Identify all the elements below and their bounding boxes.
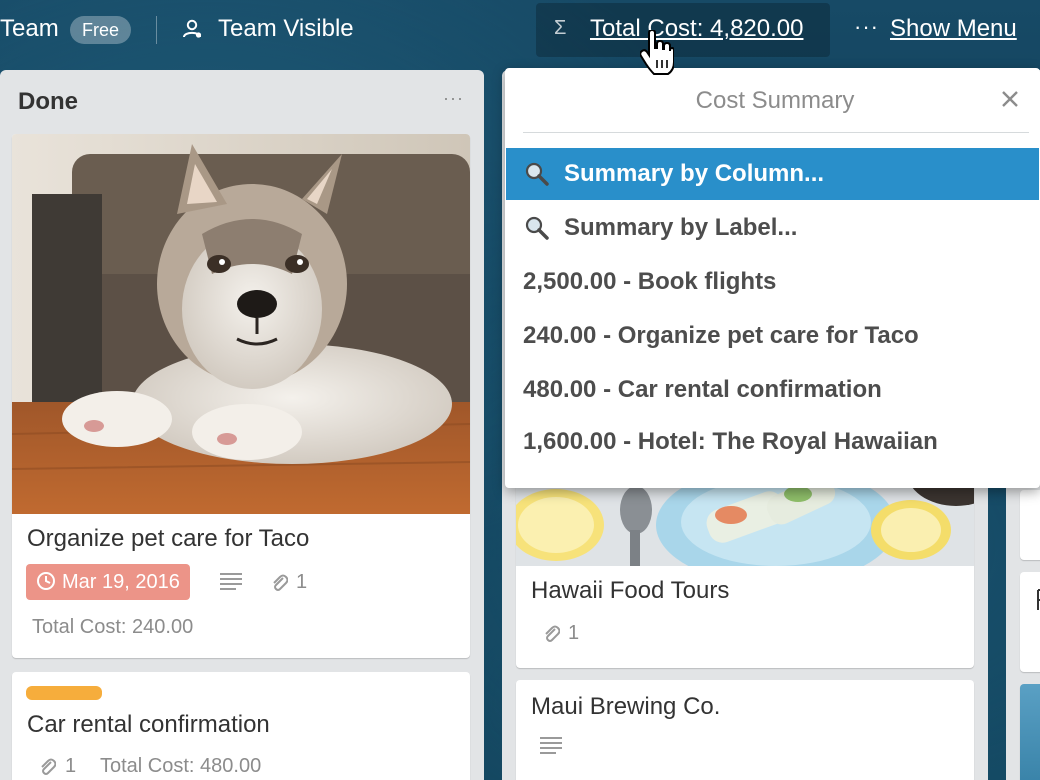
partial-card-text-fragment (1037, 589, 1040, 610)
card-badges: Mar 19, 2016 1 (26, 564, 446, 600)
sigma-icon: Σ (554, 17, 567, 39)
summary-by-label-item[interactable]: Summary by Label... (506, 202, 1039, 254)
menu-item-label: 480.00 - Car rental confirmation (523, 376, 882, 403)
card-total-cost: Total Cost: 480.00 (100, 755, 262, 777)
summary-by-column-item[interactable]: Summary by Column... (506, 148, 1039, 200)
card-maui-brewing[interactable]: Maui Brewing Co. (516, 680, 974, 780)
card-car-rental[interactable]: Car rental confirmation 1 Total Cost: 48… (12, 672, 470, 780)
description-icon (540, 737, 562, 754)
list-done: Done ··· Organize pet care for Taco Mar … (0, 70, 484, 780)
list-menu-icon[interactable]: ··· (443, 88, 464, 108)
plan-badge: Free (70, 16, 132, 44)
attachment-icon (273, 574, 288, 591)
total-cost-button[interactable]: Σ Total Cost: 4,820.00 (536, 3, 830, 57)
attachment-icon (545, 625, 560, 642)
close-icon[interactable] (999, 88, 1021, 110)
card-organize-pet-care[interactable]: Organize pet care for Taco Mar 19, 2016 … (12, 134, 470, 658)
partial-card-cover[interactable] (1020, 684, 1040, 780)
list-title[interactable]: Done (18, 88, 78, 116)
popover-divider (523, 132, 1029, 133)
cost-item-organize-pet-care[interactable]: 240.00 - Organize pet care for Taco (506, 310, 1039, 362)
menu-item-label: 1,600.00 - Hotel: The Royal Hawaiian (523, 428, 938, 455)
partial-card[interactable] (1020, 490, 1040, 560)
card-cover-image (12, 134, 470, 514)
cost-summary-popover: Cost Summary Summary by Column... Summar… (505, 68, 1040, 488)
popover-title: Cost Summary (695, 87, 855, 114)
card-title: Car rental confirmation (27, 711, 270, 738)
team-visibility-button[interactable]: Team Visible (218, 14, 354, 44)
team-name[interactable]: Team (0, 14, 59, 44)
team-visibility-icon (183, 19, 202, 38)
card-title: Organize pet care for Taco (27, 525, 310, 552)
menu-item-label: 2,500.00 - Book flights (523, 268, 777, 295)
header-divider (156, 16, 157, 44)
card-label-orange (26, 686, 102, 700)
attachment-count: 1 (296, 571, 308, 593)
cost-item-car-rental[interactable]: 480.00 - Car rental confirmation (506, 364, 1039, 416)
cost-item-book-flights[interactable]: 2,500.00 - Book flights (506, 256, 1039, 308)
menu-item-label: Summary by Column... (564, 160, 825, 187)
attachment-icon (41, 758, 56, 775)
due-date-badge[interactable]: Mar 19, 2016 (26, 564, 190, 600)
card-title: Maui Brewing Co. (531, 693, 721, 720)
due-date-text: Mar 19, 2016 (62, 571, 180, 593)
attachment-count: 1 (568, 622, 580, 644)
card-title: Hawaii Food Tours (531, 577, 730, 604)
cost-item-hotel[interactable]: 1,600.00 - Hotel: The Royal Hawaiian (506, 416, 1039, 468)
card-total-cost: Total Cost: 240.00 (32, 616, 194, 638)
more-icon[interactable]: ··· (854, 14, 879, 40)
hand-cursor-icon (640, 30, 674, 75)
attachment-count: 1 (65, 755, 77, 777)
show-menu-button[interactable]: Show Menu (890, 14, 1017, 44)
magnifier-icon (525, 216, 549, 240)
board-header: Team Free Team Visible Σ Total Cost: 4,8… (0, 0, 1040, 60)
total-cost-label[interactable]: Total Cost: 4,820.00 (590, 14, 803, 44)
clock-icon (37, 572, 55, 590)
menu-item-label: 240.00 - Organize pet care for Taco (523, 322, 919, 349)
magnifier-icon (525, 162, 549, 186)
menu-item-label: Summary by Label... (564, 214, 798, 241)
description-icon (220, 573, 242, 590)
partial-card[interactable] (1020, 572, 1040, 672)
